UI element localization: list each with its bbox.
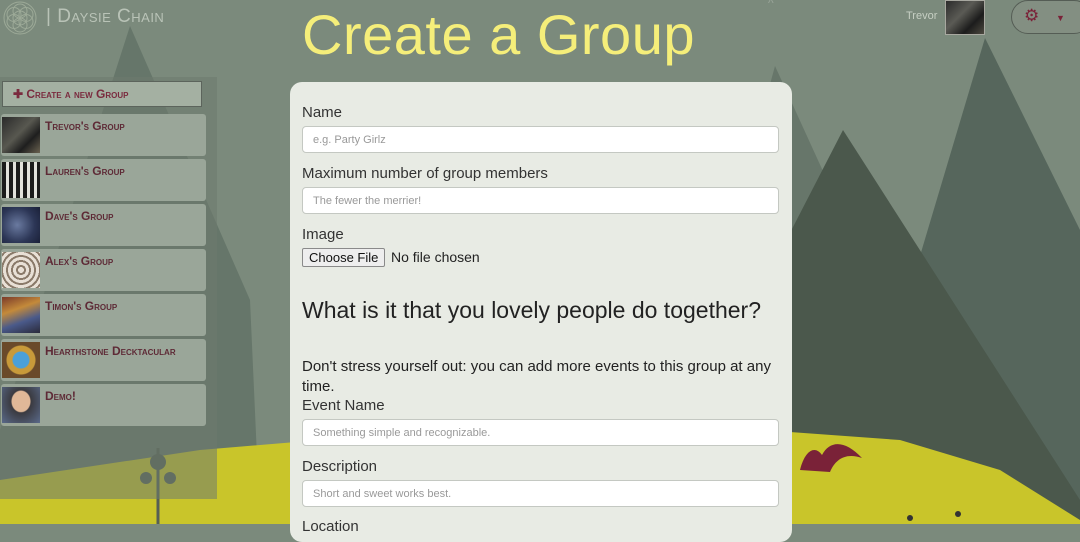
sidebar-item-daves-group[interactable]: Dave's Group [1,204,206,246]
sidebar-item-demo[interactable]: Demo! [1,384,206,426]
group-thumbnail [2,252,40,288]
group-thumbnail [2,342,40,378]
choose-file-button[interactable]: Choose File [302,248,386,267]
events-hint: Don't stress yourself out: you can add m… [302,358,771,395]
group-label: Alex's Group [45,254,114,268]
group-thumbnail [2,117,40,153]
sidebar-item-trevors-group[interactable]: Trevor's Group [1,114,206,156]
group-thumbnail [2,162,40,198]
group-label: Hearthstone Decktacular [45,344,176,358]
name-label: Name [302,104,343,121]
image-label: Image [302,226,344,243]
gear-icon: ⚙ [1024,6,1040,25]
create-group-button[interactable]: ✚ Create a new Group [2,81,202,107]
group-name-input[interactable] [302,126,779,153]
event-name-input[interactable] [302,419,779,446]
sidebar-item-laurens-group[interactable]: Lauren's Group [1,159,206,201]
sidebar: ✚ Create a new Group Trevor's Group Laur… [0,77,217,499]
group-label: Demo! [45,389,76,403]
max-members-label: Maximum number of group members [302,165,548,182]
create-group-form: Name Maximum number of group members Ima… [290,82,792,542]
description-input[interactable] [302,480,779,507]
user-name[interactable]: Trevor [906,10,937,22]
group-list: Trevor's Group Lauren's Group Dave's Gro… [1,114,207,429]
group-thumbnail [2,297,40,333]
file-status: No file chosen [391,249,480,265]
chevron-up-icon: ^ [768,0,774,10]
sidebar-item-hearthstone-decktacular[interactable]: Hearthstone Decktacular [1,339,206,381]
events-heading: What is it that you lovely people do tog… [302,297,762,323]
avatar[interactable] [945,0,985,35]
flower-of-life-icon[interactable] [0,0,40,36]
group-label: Lauren's Group [45,164,125,178]
settings-button[interactable]: ⚙ ▼ [1011,0,1080,34]
location-label: Location [302,518,359,535]
sidebar-item-timons-group[interactable]: Timon's Group [1,294,206,336]
page-title: Create a Group [302,3,695,66]
event-name-label: Event Name [302,397,385,414]
group-label: Trevor's Group [45,119,125,133]
description-label: Description [302,458,378,475]
sidebar-item-alexs-group[interactable]: Alex's Group [1,249,206,291]
group-thumbnail [2,207,40,243]
group-thumbnail [2,387,40,423]
caret-down-icon: ▼ [1056,13,1065,23]
group-label: Timon's Group [45,299,118,313]
group-label: Dave's Group [45,209,114,223]
max-members-input[interactable] [302,187,779,214]
brand-name[interactable]: | Daysie Chain [46,6,164,28]
